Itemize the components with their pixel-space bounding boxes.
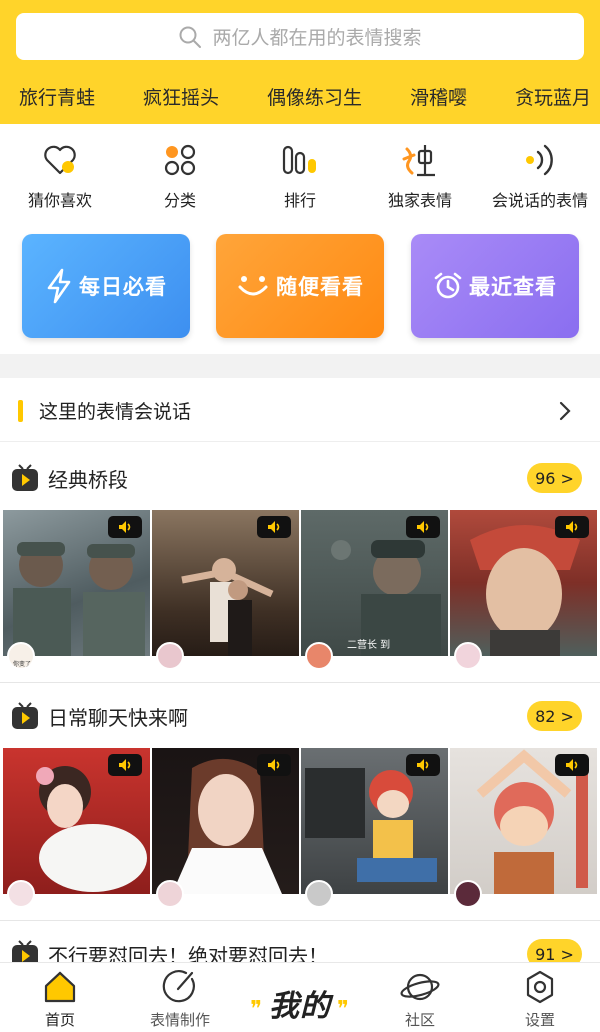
section-header[interactable]: 经典桥段 96 > (0, 450, 600, 506)
top-header: 两亿人都在用的表情搜索 旅行青蛙 疯狂摇头 偶像练习生 滑稽嘤 贪玩蓝月 (0, 0, 600, 124)
sound-badge-icon (406, 516, 440, 538)
sound-badge-icon (555, 754, 589, 776)
quick-entry-exclusive[interactable]: 独家表情 (360, 124, 480, 224)
sticker-thumb[interactable] (152, 510, 299, 656)
lightning-icon (47, 268, 71, 304)
hot-tags: 旅行青蛙 疯狂摇头 偶像练习生 滑稽嘤 贪玩蓝月 (0, 76, 600, 116)
tab-label: 我的 (269, 989, 331, 1024)
sound-badge-icon (406, 754, 440, 776)
section-title: 日常聊天快来啊 (48, 705, 188, 730)
tab-label: 表情制作 (149, 1011, 210, 1029)
hot-tag[interactable]: 旅行青蛙 (19, 83, 95, 110)
accent-bar (18, 399, 23, 422)
quick-entry-label: 独家表情 (387, 191, 452, 210)
sound-badge-icon (108, 516, 142, 538)
section-count-badge[interactable]: 96 > (527, 463, 582, 493)
sticker-thumb[interactable] (3, 748, 150, 894)
category-icon (160, 140, 200, 180)
heart-icon (40, 140, 80, 180)
quick-entry-label: 分类 (163, 191, 196, 210)
planet-icon (400, 973, 440, 1001)
hot-tag[interactable]: 贪玩蓝月 (515, 83, 591, 110)
tab-label: 社区 (404, 1011, 435, 1029)
tab-label: 设置 (524, 1011, 555, 1029)
tv-icon (12, 702, 38, 729)
alarm-icon (434, 272, 462, 299)
tab-mine[interactable]: ❞ 我的 ❞ (240, 963, 360, 1032)
mine-logo: ❞ 我的 ❞ (244, 981, 356, 1025)
search-placeholder: 两亿人都在用的表情搜索 (212, 27, 422, 49)
quick-entry-label: 猜你喜欢 (27, 191, 92, 210)
quick-entry-ranking[interactable]: 排行 (240, 124, 360, 224)
avatar[interactable] (454, 642, 482, 670)
avatar[interactable] (156, 880, 184, 908)
daily-must-see-card[interactable]: 每日必看 (22, 234, 190, 338)
tab-home[interactable]: 首页 (0, 963, 120, 1032)
recent-viewed-card[interactable]: 最近查看 (411, 234, 579, 338)
avatar[interactable] (7, 880, 35, 908)
sticker-grid: 你变了 二营长 到 (0, 510, 600, 675)
feature-cards: 每日必看 随便看看 最近查看 (0, 234, 600, 340)
card-label: 随便看看 (276, 275, 364, 299)
smile-icon (238, 276, 268, 296)
settings-icon (526, 970, 554, 1004)
search-input[interactable]: 两亿人都在用的表情搜索 (16, 13, 584, 60)
tab-settings[interactable]: 设置 (480, 963, 600, 1032)
divider (0, 682, 600, 683)
hot-tag[interactable]: 偶像练习生 (267, 83, 362, 110)
sound-badge-icon (257, 516, 291, 538)
sound-badge-icon (555, 516, 589, 538)
hot-tag[interactable]: 疯狂摇头 (143, 83, 219, 110)
sticker-caption: 二营长 到 (347, 640, 391, 651)
sound-icon (520, 140, 560, 180)
avatar[interactable] (454, 880, 482, 908)
section-header[interactable]: 日常聊天快来啊 82 > (0, 688, 600, 744)
sticker-thumb[interactable] (450, 748, 597, 894)
search-icon (179, 26, 202, 48)
tab-make[interactable]: 表情制作 (120, 963, 240, 1032)
avatar-caption: 你变了 (13, 661, 32, 668)
quick-entry-label: 排行 (283, 191, 316, 210)
quick-entries: 猜你喜欢 分类 排行 独家表情 会说话的表情 (0, 124, 600, 224)
quick-entry-guess[interactable]: 猜你喜欢 (0, 124, 120, 224)
quick-entry-talking[interactable]: 会说话的表情 (480, 124, 600, 224)
chevron-right-icon (559, 401, 571, 420)
quote-mark-icon: ❞ (250, 997, 263, 1022)
bottom-tab-bar: 首页 表情制作 ❞ 我的 ❞ 社区 设置 (0, 962, 600, 1032)
ranking-icon (280, 140, 320, 180)
avatar[interactable] (305, 880, 333, 908)
card-label: 最近查看 (469, 275, 557, 299)
sticker-thumb[interactable] (450, 510, 597, 656)
quote-mark-icon: ❞ (337, 997, 350, 1022)
avatar[interactable]: 你变了 (7, 642, 35, 670)
card-label: 每日必看 (79, 275, 167, 299)
random-look-card[interactable]: 随便看看 (216, 234, 384, 338)
section-title: 经典桥段 (48, 467, 128, 492)
section-gap (0, 354, 600, 378)
section-count-badge[interactable]: 82 > (527, 701, 582, 731)
home-icon (44, 971, 76, 1003)
sticker-thumb[interactable]: 二营长 到 (301, 510, 448, 656)
exclusive-icon (400, 140, 440, 180)
talking-stickers-row[interactable]: 这里的表情会说话 (0, 380, 600, 442)
divider (0, 920, 600, 921)
sticker-thumb[interactable] (3, 510, 150, 656)
make-icon (162, 970, 195, 1003)
quick-entry-category[interactable]: 分类 (120, 124, 240, 224)
sticker-grid (0, 748, 600, 913)
tab-community[interactable]: 社区 (360, 963, 480, 1032)
avatar[interactable] (305, 642, 333, 670)
sticker-thumb[interactable] (301, 748, 448, 894)
quick-entry-label: 会说话的表情 (491, 191, 588, 210)
hot-tag[interactable]: 滑稽嘤 (410, 83, 467, 110)
sound-badge-icon (257, 754, 291, 776)
sound-badge-icon (108, 754, 142, 776)
tv-icon (12, 464, 38, 491)
talking-title: 这里的表情会说话 (39, 401, 192, 423)
sticker-thumb[interactable] (152, 748, 299, 894)
avatar[interactable] (156, 642, 184, 670)
tab-label: 首页 (44, 1011, 75, 1029)
